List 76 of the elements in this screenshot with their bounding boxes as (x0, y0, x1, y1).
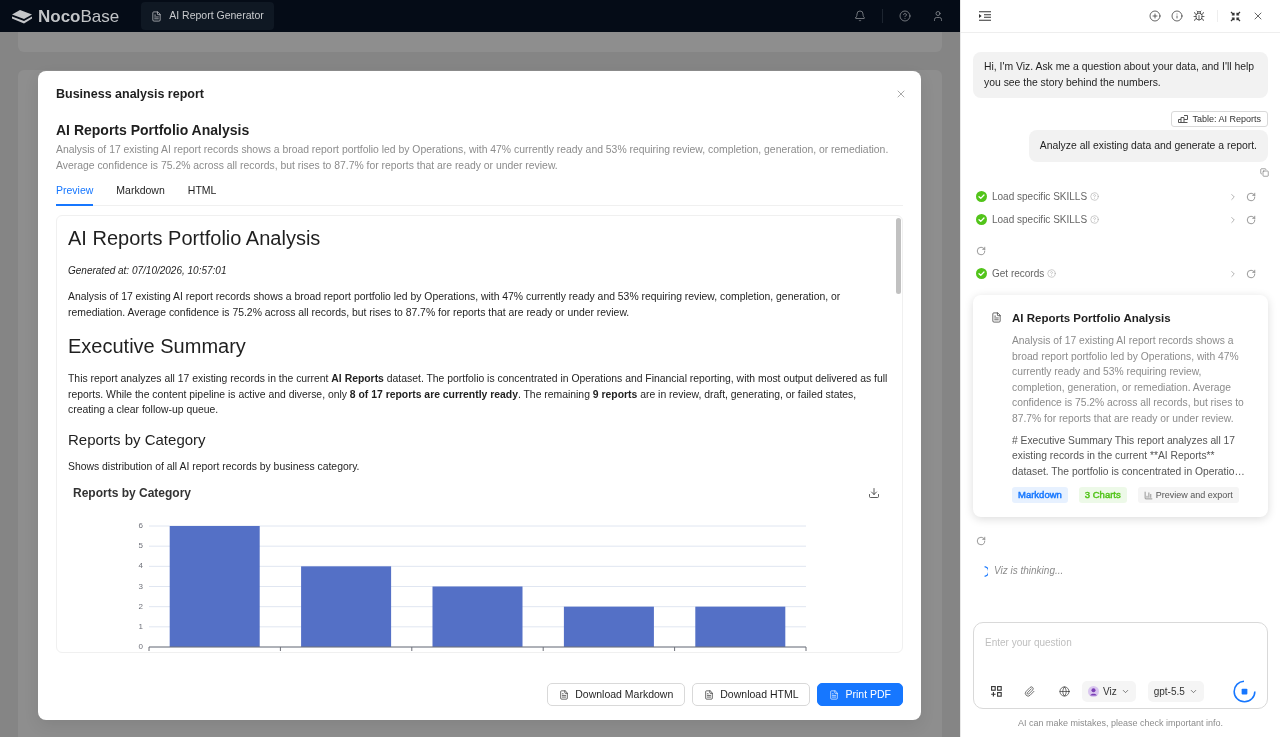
copy-icon[interactable] (1260, 168, 1269, 177)
context-label: Table: AI Reports (1192, 113, 1261, 125)
close-icon[interactable] (895, 88, 907, 100)
help-icon[interactable] (899, 10, 911, 22)
menu-icon[interactable] (979, 11, 991, 21)
close-icon[interactable] (1252, 10, 1264, 22)
format-tag: Markdown (1012, 487, 1068, 504)
spinner-icon (984, 565, 988, 577)
tab[interactable]: HTML (187, 183, 217, 206)
collapse-icon[interactable] (1230, 10, 1241, 22)
card-excerpt: # Executive Summary This report analyzes all 17 existing records in the current **AI Reports** dataset. The portfolio is concentrated in Operatio… (1012, 433, 1246, 479)
report-paragraph: Analysis of 17 existing AI report records shows a broad report portfolio led by Operations, with 47% currently ready and 53% requiring review, completion, generation, or remediation. Average confidence is 75.2% across all records, but rises to 87.7% for reports that are ready or under review. (68, 290, 842, 320)
axis-tick-label: 3 (138, 581, 143, 591)
axis-tick-label: 1 (138, 621, 143, 631)
new-chat-icon[interactable] (1149, 10, 1161, 22)
report-heading: AI Reports Portfolio Analysis (68, 226, 322, 250)
download-icon[interactable] (868, 487, 880, 499)
avatar-icon (1088, 685, 1099, 697)
refresh-icon[interactable] (1246, 191, 1256, 202)
apps-icon[interactable] (991, 685, 1002, 697)
refresh-icon (976, 245, 986, 256)
tab[interactable]: Preview (56, 183, 94, 206)
card-title: AI Reports Portfolio Analysis (1012, 311, 1172, 326)
globe-icon[interactable] (1059, 685, 1070, 697)
secondary-button[interactable]: Download Markdown (547, 683, 686, 706)
document-icon (991, 312, 1002, 323)
tool-label: Load specific SKILLS (992, 189, 1088, 204)
bar-chart-icon (1143, 490, 1153, 500)
tool-label: Get records (992, 266, 1045, 281)
info-icon[interactable] (1171, 10, 1183, 22)
report-heading: Executive Summary (68, 334, 247, 358)
document-icon (704, 689, 715, 700)
refresh-icon[interactable] (1246, 214, 1256, 225)
logo-text: NocoBase (38, 7, 120, 25)
report-paragraph: Shows distribution of all AI report records by business category. (68, 459, 361, 474)
report-summary: Analysis of 17 existing AI report records shows a broad report portfolio led by Operations, with 47% currently ready and 53% requiring review, completion, generation, or remediation. Average confidence is 75.2% across all records, but rises to 87.7% for reports that are ready or under review. (56, 143, 890, 173)
axis-tick-label: 0 (138, 642, 143, 652)
tab[interactable]: Markdown (116, 183, 165, 206)
card-summary: Analysis of 17 existing AI report records shows a broad report portfolio led by Operations, with 47% currently ready and 53% requiring review, completion, generation, or remediation. Average confidence is 75.2% across all records, but rises to 87.7% for reports that are ready or under review. (1012, 334, 1245, 426)
stop-icon[interactable] (1233, 679, 1256, 703)
status-text: Viz is thinking... (994, 564, 1064, 579)
axis-tick-label: 4 (138, 561, 143, 571)
preview-export-button[interactable]: Preview and export (1137, 487, 1239, 504)
tool-label: Load specific SKILLS (992, 212, 1088, 227)
document-icon (829, 689, 840, 700)
page-tab[interactable]: AI Report Generator (141, 2, 274, 30)
bug-icon[interactable] (1193, 10, 1205, 22)
model-select[interactable]: gpt-5.5 (1147, 680, 1204, 702)
logo-icon (11, 8, 33, 24)
report-title: AI Reports Portfolio Analysis (56, 121, 251, 139)
scrollbar-thumb[interactable] (896, 218, 901, 294)
agent-select[interactable]: Viz (1082, 680, 1136, 702)
table-icon (1178, 115, 1189, 123)
report-card[interactable] (973, 295, 1268, 518)
axis-tick-label: 5 (138, 541, 143, 551)
axis-tick-label: 2 (138, 601, 143, 611)
report-paragraph: This report analyzes all 17 existing records in the current AI Reports dataset. The portfolio is concentrated in Operations and Financial reporting, with most output delivered as full reports. While the content pipeline is active and diverse, only 8 of 17 reports are currently ready. The remaining 9 reports are in review, draft, generating, or failed states, creating a clear follow-up queue. (68, 372, 889, 417)
section-heading: Reports by Category (68, 429, 207, 450)
format-tag: 3 Charts (1078, 487, 1127, 504)
disclaimer-text: AI can make mistakes, please check important info. (1016, 717, 1225, 729)
notification-icon[interactable] (854, 10, 866, 22)
axis-tick-label: 6 (138, 521, 143, 531)
user-icon[interactable] (932, 10, 944, 22)
document-icon (151, 10, 163, 22)
refresh-icon (976, 535, 986, 546)
dialog-title: Business analysis report (56, 86, 204, 102)
assistant-message: Hi, I'm Viz. Ask me a question about your data, and I'll help you see the story behind the numbers. (973, 52, 1268, 98)
generated-date: Generated at: 07/10/2026, 10:57:01 (68, 264, 228, 278)
refresh-icon[interactable] (1246, 268, 1256, 279)
paperclip-icon[interactable] (1024, 685, 1035, 697)
chart-title: Reports by Category (73, 485, 192, 501)
question-input[interactable]: Enter your question (985, 635, 1256, 649)
document-icon (559, 689, 570, 700)
user-message: Analyze all existing data and generate a report. (1028, 130, 1268, 162)
primary-button[interactable]: Print PDF (817, 683, 903, 706)
secondary-button[interactable]: Download HTML (692, 683, 811, 706)
